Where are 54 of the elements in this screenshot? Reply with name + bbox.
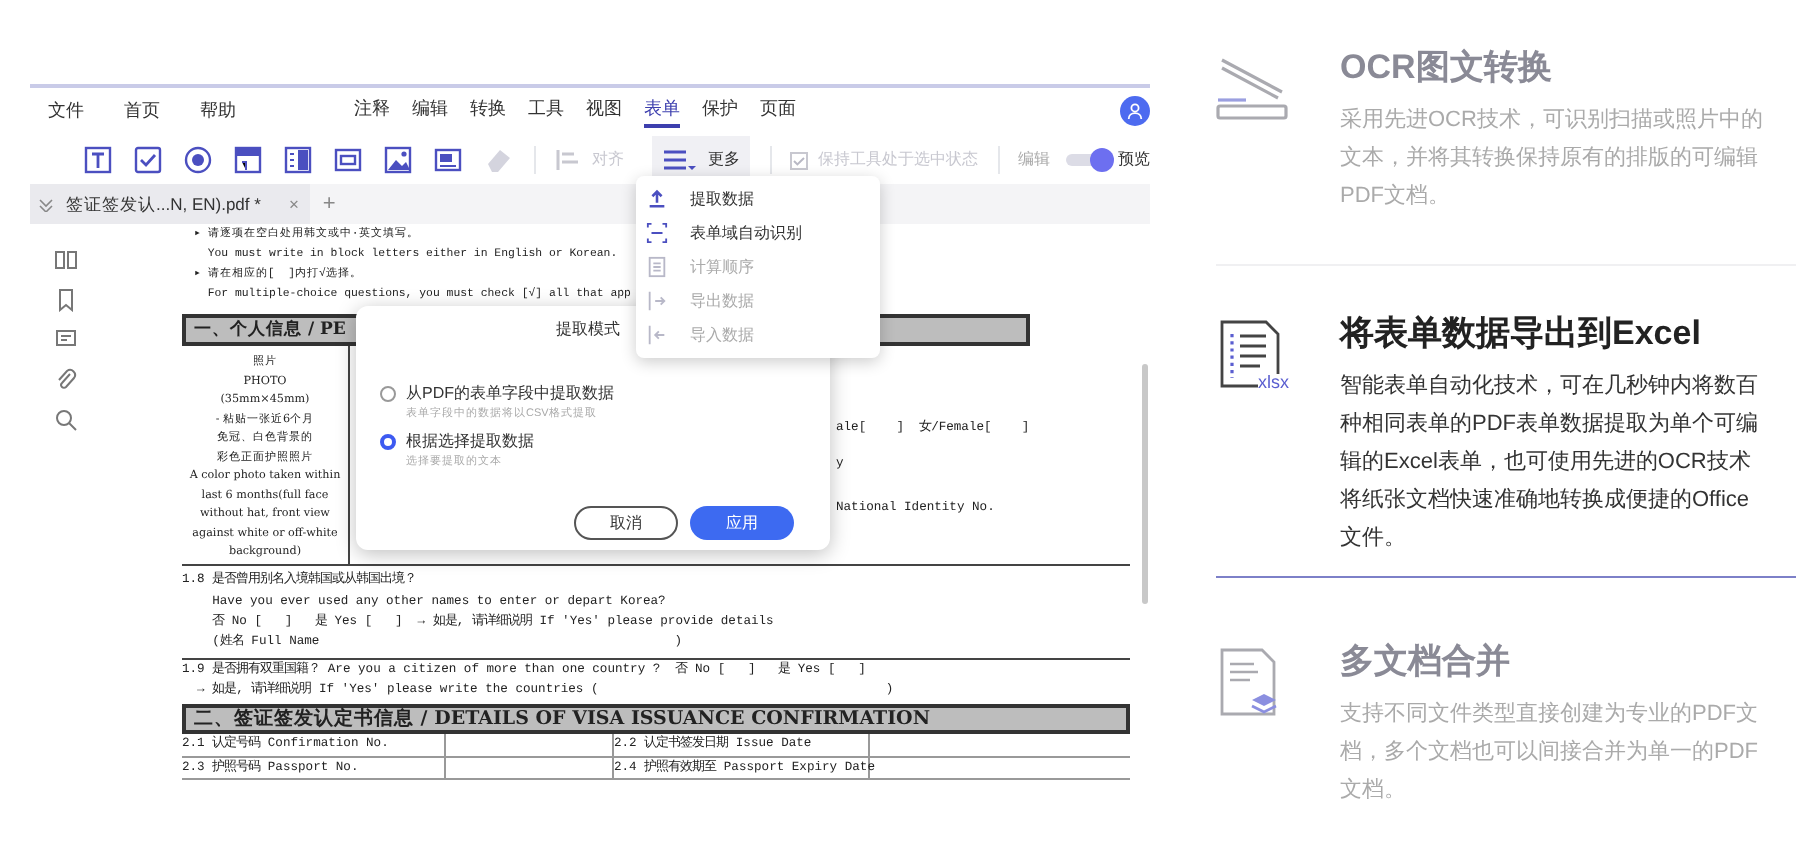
feature-title: 将表单数据导出到Excel [1340,312,1703,356]
edit-label: 编辑 [1018,148,1050,172]
menu-tab[interactable]: 视图 [586,95,622,129]
radio-button[interactable] [380,434,396,450]
menu-item[interactable]: 提取数据 [636,182,880,216]
combo-box-tool-icon[interactable] [234,146,262,174]
checkbox-tool-icon[interactable] [134,146,162,174]
feature-description: 支持不同文件类型直接创建为专业的PDF文档，多个文档也可以间接合并为单一的PDF文档。 [1340,699,1760,806]
menu-item-icon [646,256,668,278]
chevron-icon[interactable] [38,196,54,212]
bookmark-icon[interactable] [54,288,78,312]
section-heading: 一、个人信息 / PE [194,320,346,341]
section-heading: 二、签证签发认定书信息 / DETAILS OF VISA ISSUANCE CONFIRMATION [194,709,931,730]
document-tab[interactable]: 签证签发认...N, EN).pdf * × [30,184,311,224]
menu-item-icon [646,324,668,346]
scrollbar-thumb[interactable] [1141,364,1147,604]
menu-tab[interactable]: 转换 [470,95,506,129]
menu-item[interactable]: 表单域自动识别 [636,216,880,250]
menu-item[interactable]: 首页 [124,98,160,126]
preview-label: 预览 [1118,148,1150,172]
menu-item-icon [646,188,668,210]
signature-tool-icon[interactable] [434,146,462,174]
mode-toggle[interactable] [1066,154,1110,166]
comment-icon[interactable] [54,328,78,352]
feature-title: OCR图文转换 [1340,46,1554,90]
text-field-tool-icon[interactable] [84,146,112,174]
radio-tool-icon[interactable] [184,146,212,174]
avatar-icon[interactable] [1120,96,1150,126]
menu-tab[interactable]: 工具 [528,95,564,129]
radio-option[interactable]: 根据选择提取数据 [380,430,830,454]
apply-button[interactable]: 应用 [690,506,794,540]
menu-icon[interactable] [662,148,698,172]
menu-tab[interactable]: 注释 [354,95,390,129]
menu-tab[interactable]: 编辑 [412,95,448,129]
menu-item[interactable]: 帮助 [200,98,236,126]
attachment-icon[interactable] [54,368,78,392]
cancel-button[interactable]: 取消 [574,506,678,540]
radio-button[interactable] [380,386,396,402]
search-icon[interactable] [54,408,78,432]
feature-title: 多文档合并 [1340,640,1512,684]
image-tool-icon[interactable] [384,146,412,174]
feature-description: 智能表单自动化技术，可在几秒钟内将数百种相同表单的PDF表单数据提取为单个可编辑的Excel表单，也可使用先进的OCR技术将纸张文档快速准确地转换成便捷的Office文件。 [1340,372,1760,554]
list-box-tool-icon[interactable] [284,146,312,174]
thumbnails-icon[interactable] [54,248,78,272]
menu-tab[interactable]: 表单 [644,95,680,129]
menu-item-icon [646,222,668,244]
radio-option[interactable]: 从PDF的表单字段中提取数据 [380,382,830,406]
menu-tab[interactable]: 保护 [702,95,738,129]
feature-description: 采用先进OCR技术，可识别扫描或照片中的文本，并将其转换保持原有的排版的可编辑PDF文档。 [1340,106,1765,212]
menu-item-icon [646,290,668,312]
dialog-title: 提取模式 [556,318,620,342]
menu-item[interactable]: 文件 [48,98,84,126]
menu-tab[interactable]: 页面 [760,95,796,129]
button-tool-icon[interactable] [334,146,362,174]
